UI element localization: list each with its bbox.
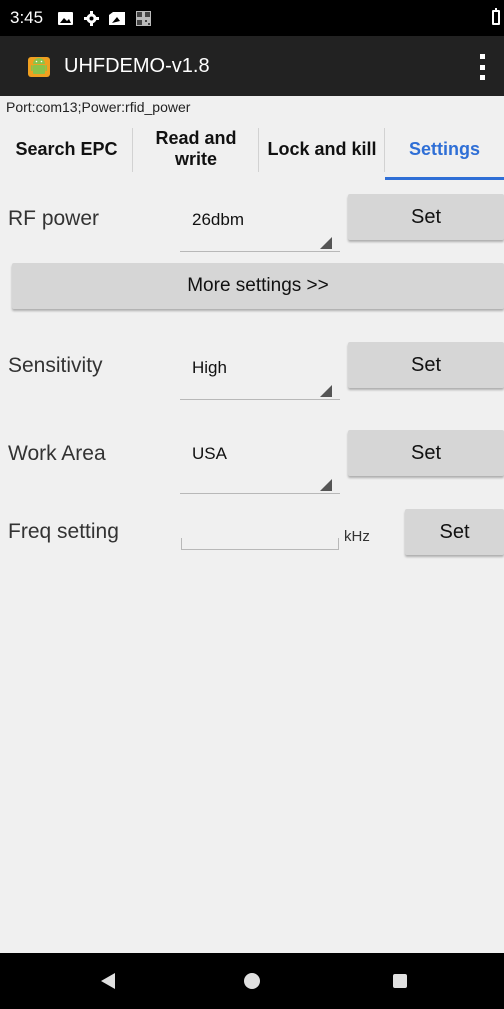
dropdown-arrow-icon <box>320 385 332 397</box>
work-area-set-button[interactable]: Set <box>348 430 504 476</box>
rf-power-spinner[interactable]: 26dbm <box>180 192 340 252</box>
battery-icon <box>492 8 500 25</box>
home-icon[interactable] <box>244 973 260 989</box>
more-settings-button[interactable]: More settings >> <box>12 263 504 309</box>
sensitivity-value: High <box>192 358 227 377</box>
rf-power-label: RF power <box>8 207 100 230</box>
navigation-bar <box>0 953 504 1009</box>
work-area-value: USA <box>192 444 227 463</box>
tab-settings[interactable]: Settings <box>385 118 504 180</box>
work-area-spinner[interactable]: USA <box>180 434 340 494</box>
sensitivity-spinner[interactable]: High <box>180 340 340 400</box>
overflow-menu-icon[interactable] <box>478 54 486 80</box>
app-bar: UHFDEMO-v1.8 <box>0 36 504 96</box>
tab-read-and-write[interactable]: Read and write <box>133 118 259 180</box>
port-info: Port:com13;Power:rfid_power <box>6 99 191 115</box>
freq-unit-label: kHz <box>344 528 370 545</box>
rf-power-set-button[interactable]: Set <box>348 194 504 240</box>
tab-lock-and-kill[interactable]: Lock and kill <box>259 118 385 180</box>
freq-setting-label: Freq setting <box>8 520 119 543</box>
tab-bar: Search EPC Read and write Lock and kill … <box>0 118 504 180</box>
sensitivity-set-button[interactable]: Set <box>348 342 504 388</box>
sensitivity-label: Sensitivity <box>8 354 103 377</box>
gear-icon <box>83 10 99 26</box>
tab-search-epc[interactable]: Search EPC <box>0 118 133 180</box>
image-icon <box>57 11 73 25</box>
status-time: 3:45 <box>10 8 44 27</box>
status-bar: 3:45 <box>0 0 504 36</box>
freq-set-button[interactable]: Set <box>405 509 504 555</box>
tab-label: Lock and kill <box>267 138 377 159</box>
sim-icon <box>109 11 126 25</box>
tab-label: Read and write <box>155 128 237 169</box>
back-icon[interactable] <box>101 973 115 989</box>
recents-icon[interactable] <box>393 974 407 988</box>
dropdown-arrow-icon <box>320 237 332 249</box>
app-title: UHFDEMO-v1.8 <box>64 54 210 77</box>
work-area-label: Work Area <box>8 442 106 465</box>
tab-label: Search EPC <box>15 138 118 159</box>
android-logo-icon <box>26 53 52 79</box>
dropdown-arrow-icon <box>320 479 332 491</box>
tab-label: Settings <box>408 138 480 159</box>
freq-input[interactable] <box>181 538 339 550</box>
rf-power-value: 26dbm <box>192 210 244 229</box>
qr-icon <box>135 10 151 26</box>
